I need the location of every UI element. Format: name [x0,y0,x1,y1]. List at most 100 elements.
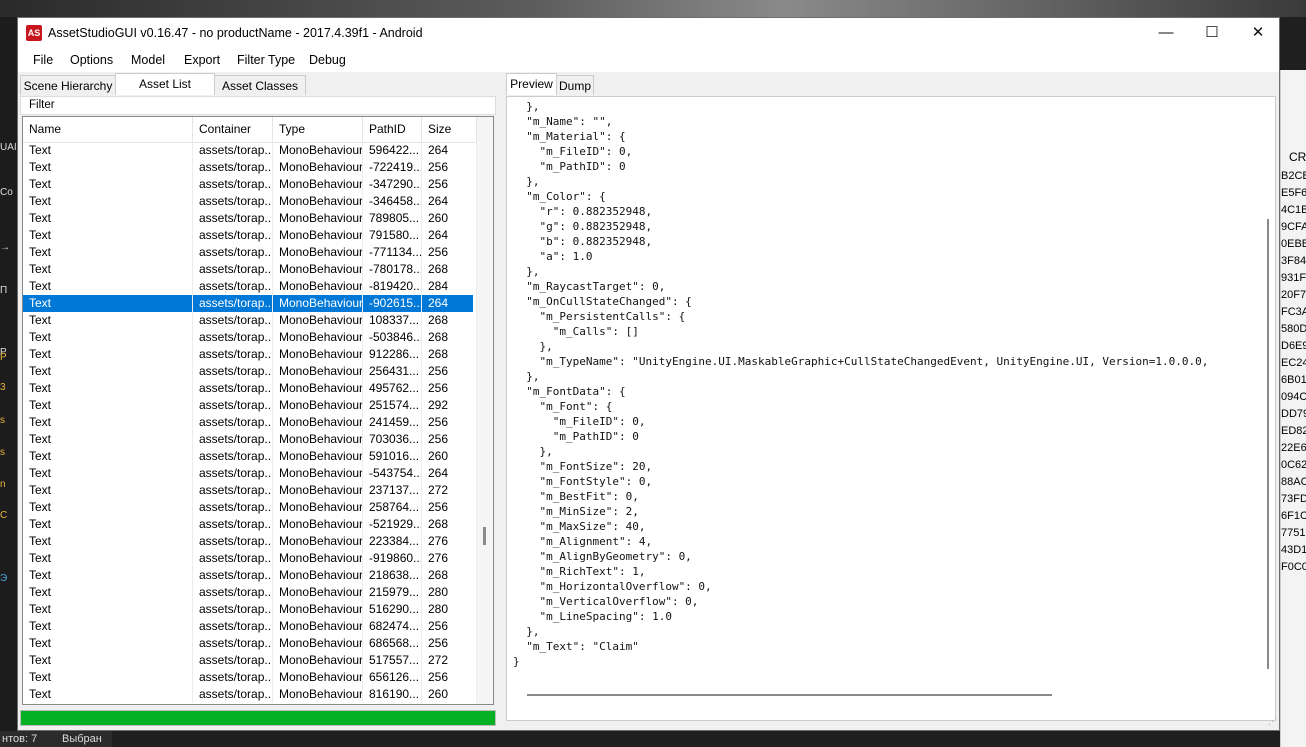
minimize-button[interactable]: — [1143,18,1189,48]
table-row[interactable]: Text assets/torap... MonoBehaviour 596422..… [23,142,477,159]
table-row[interactable]: Text assets/torap... MonoBehaviour -780178.… [23,261,477,278]
app-icon: AS [26,25,42,41]
cell-container: assets/torap... [193,210,273,227]
cell-size: 280 [422,601,477,618]
background-value: EC24 [1281,357,1306,369]
cell-type: MonoBehaviour [273,176,363,193]
cell-type: MonoBehaviour [273,516,363,533]
cell-container: assets/torap... [193,533,273,550]
cell-size: 256 [422,159,477,176]
cell-pathid: 516290... [363,601,422,618]
table-row[interactable]: Text assets/torap... MonoBehaviour 791580..… [23,227,477,244]
cell-pathid: -819420... [363,278,422,295]
table-row[interactable]: Text assets/torap... MonoBehaviour -722419.… [23,159,477,176]
table-row[interactable]: Text assets/torap... MonoBehaviour 215979..… [23,584,477,601]
table-row[interactable]: Text assets/torap... MonoBehaviour 241459..… [23,414,477,431]
list-scrollbar-thumb[interactable] [483,527,486,545]
table-row[interactable]: Text assets/torap... MonoBehaviour 816190..… [23,686,477,703]
cell-name: Text [23,142,193,159]
cell-pathid: 495762... [363,380,422,397]
maximize-button[interactable]: ☐ [1189,18,1235,48]
table-row[interactable]: Text assets/torap... MonoBehaviour 495762..… [23,380,477,397]
column-header-container[interactable]: Container [193,117,273,142]
background-snippet: UAI [0,142,17,153]
table-row[interactable]: Text assets/torap... MonoBehaviour -503846.… [23,329,477,346]
preview-horizontal-scrollbar[interactable] [511,689,1261,701]
cell-pathid: -771134... [363,244,422,261]
menu-debug[interactable]: Debug [309,53,346,67]
filter-input[interactable]: Filter [20,96,496,115]
title-bar[interactable]: AS AssetStudioGUI v0.16.47 - no productN… [18,18,1279,48]
table-row[interactable]: Text assets/torap... MonoBehaviour 237137..… [23,482,477,499]
cell-container: assets/torap... [193,584,273,601]
preview-text-box[interactable]: }, "m_Name": "", "m_Material": { "m_File… [506,96,1276,721]
background-snippet: P [0,352,7,363]
table-row[interactable]: Text assets/torap... MonoBehaviour 223384..… [23,533,477,550]
tab-dump[interactable]: Dump [556,75,594,95]
cell-pathid: -521929... [363,516,422,533]
cell-container: assets/torap... [193,346,273,363]
preview-json-text[interactable]: }, "m_Name": "", "m_Material": { "m_File… [513,99,1261,687]
table-row[interactable]: Text assets/torap... MonoBehaviour 256431..… [23,363,477,380]
table-row[interactable]: Text assets/torap... MonoBehaviour 517557..… [23,652,477,669]
cell-name: Text [23,193,193,210]
preview-vertical-scrollbar[interactable] [1262,99,1274,689]
table-row[interactable]: Text assets/torap... MonoBehaviour 258764..… [23,499,477,516]
cell-type: MonoBehaviour [273,550,363,567]
cell-pathid: 791580... [363,227,422,244]
table-row[interactable]: Text assets/torap... MonoBehaviour 656126..… [23,669,477,686]
column-header-size[interactable]: Size [422,117,477,142]
table-row[interactable]: Text assets/torap... MonoBehaviour -819420.… [23,278,477,295]
tab-asset-classes[interactable]: Asset Classes [214,75,306,95]
table-row[interactable]: Text assets/torap... MonoBehaviour 108337..… [23,312,477,329]
menu-options[interactable]: Options [70,53,113,67]
resize-grip-icon[interactable]: ⋰ [1268,716,1277,727]
cell-type: MonoBehaviour [273,533,363,550]
table-row[interactable]: Text assets/torap... MonoBehaviour -521929.… [23,516,477,533]
cell-pathid: 912286... [363,346,422,363]
cell-name: Text [23,176,193,193]
cell-size: 256 [422,380,477,397]
cell-pathid: -722419... [363,159,422,176]
cell-size: 256 [422,618,477,635]
table-row[interactable]: Text assets/torap... MonoBehaviour 686568..… [23,635,477,652]
background-app-right: CR B2CB E5F64 4C1B 9CFA 0EBB 3F847 931FF 20F75 F… [1280,70,1306,747]
cell-pathid: -780178... [363,261,422,278]
asset-list-header: Name Container Type PathID Size [23,117,477,143]
list-scrollbar[interactable] [477,117,493,704]
table-row[interactable]: Text assets/torap... MonoBehaviour 218638..… [23,567,477,584]
table-row[interactable]: Text assets/torap... MonoBehaviour 789805..… [23,210,477,227]
menu-export[interactable]: Export [184,53,220,67]
background-snippet: П [0,285,8,296]
preview-vertical-thumb[interactable] [1267,219,1269,669]
table-row[interactable]: Text assets/torap... MonoBehaviour 516290..… [23,601,477,618]
table-row[interactable]: Text assets/torap... MonoBehaviour 682474..… [23,618,477,635]
table-row[interactable]: Text assets/torap... MonoBehaviour -919860.… [23,550,477,567]
menu-filter-type[interactable]: Filter Type [237,53,295,67]
preview-horizontal-thumb[interactable] [527,694,1052,696]
table-row[interactable]: Text assets/torap... MonoBehaviour -347290.… [23,176,477,193]
cell-name: Text [23,346,193,363]
table-row[interactable]: Text assets/torap... MonoBehaviour 912286..… [23,346,477,363]
table-row[interactable]: Text assets/torap... MonoBehaviour -346458.… [23,193,477,210]
cell-size: 260 [422,686,477,703]
table-row[interactable]: Text assets/torap... MonoBehaviour 591016..… [23,448,477,465]
cell-type: MonoBehaviour [273,618,363,635]
column-header-name[interactable]: Name [23,117,193,142]
table-row[interactable]: Text assets/torap... MonoBehaviour -771134.… [23,244,477,261]
table-row[interactable]: Text assets/torap... MonoBehaviour -902615.… [23,295,477,312]
table-row[interactable]: Text assets/torap... MonoBehaviour -543754.… [23,465,477,482]
tab-asset-list[interactable]: Asset List [115,73,215,95]
column-header-type[interactable]: Type [273,117,363,142]
background-value: 3F847 [1281,255,1306,267]
tab-scene-hierarchy[interactable]: Scene Hierarchy [20,75,116,95]
cell-type: MonoBehaviour [273,397,363,414]
menu-model[interactable]: Model [131,53,165,67]
tab-preview[interactable]: Preview [506,73,557,95]
table-row[interactable]: Text assets/torap... MonoBehaviour 703036..… [23,431,477,448]
cell-pathid: -902615... [363,295,422,312]
menu-file[interactable]: File [33,53,53,67]
column-header-pathid[interactable]: PathID [363,117,422,142]
close-button[interactable]: ✕ [1235,18,1281,48]
table-row[interactable]: Text assets/torap... MonoBehaviour 251574..… [23,397,477,414]
